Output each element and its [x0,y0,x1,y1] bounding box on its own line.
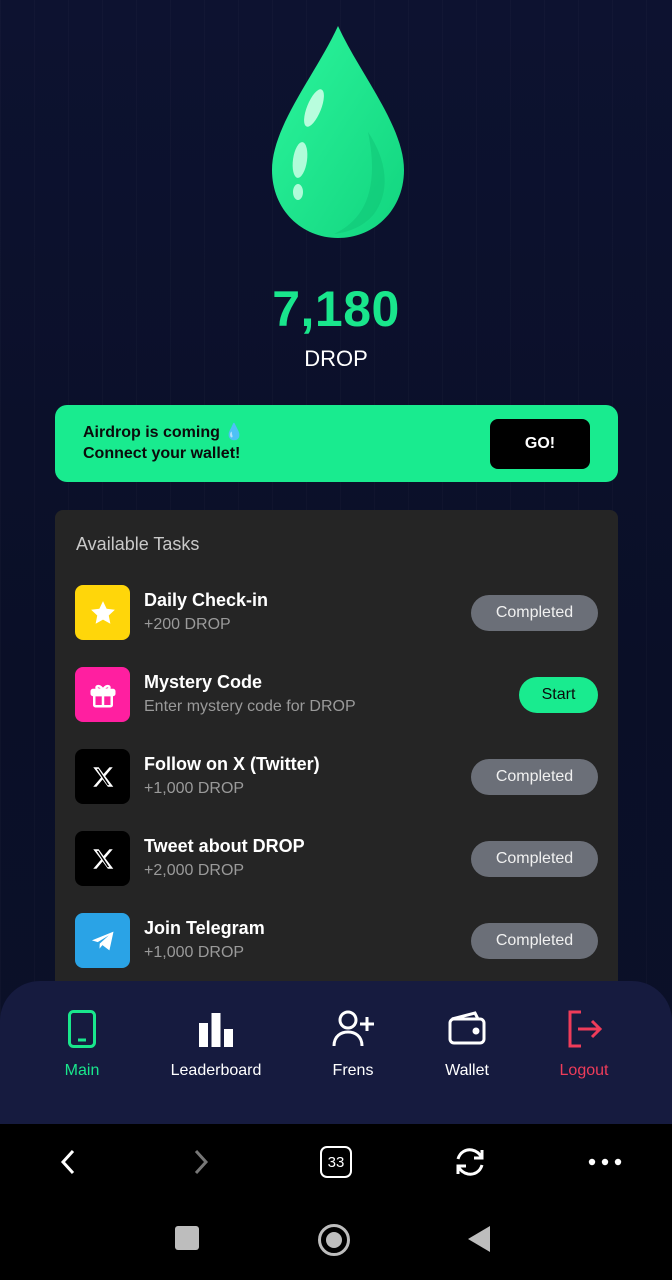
task-name: Mystery Code [144,672,263,692]
nav-item-logout[interactable]: Logout [524,981,644,1124]
star-icon [75,585,130,640]
task-name: Join Telegram [144,918,265,938]
nav-label: Main [64,1062,100,1079]
task-daily-check-in[interactable]: Daily Check-in +200 DROP Completed [75,585,598,641]
tabs-button[interactable]: 33 [320,1146,352,1178]
logout-icon [524,1009,644,1051]
browser-toolbar: 33 [0,1124,672,1280]
nav-label: Leaderboard [170,1062,262,1079]
app-screen: 7,180 DROP Airdrop is coming 💧 Connect y… [0,0,672,1124]
nav-item-main[interactable]: Main [22,981,142,1124]
refresh-icon[interactable] [450,1142,490,1182]
bottom-nav: Main Leaderboard Frens Wallet Logout [0,981,672,1124]
task-reward: +1,000 DROP [144,780,245,797]
task-tweet-about-drop[interactable]: Tweet about DROP +2,000 DROP Completed [75,831,598,887]
completed-button[interactable]: Completed [471,595,598,631]
nav-label: Wallet [445,1062,489,1079]
recent-apps-icon[interactable] [174,1225,200,1251]
wallet-icon [407,1009,527,1051]
start-button[interactable]: Start [519,677,598,713]
bar-chart-icon [156,1009,276,1051]
phone-icon [22,1009,142,1051]
task-name: Follow on X (Twitter) [144,754,320,774]
nav-item-wallet[interactable]: Wallet [407,981,527,1124]
tab-count: 33 [327,1153,345,1171]
nav-item-leaderboard[interactable]: Leaderboard [156,981,276,1124]
more-icon[interactable] [585,1142,625,1182]
task-reward: +1,000 DROP [144,944,245,961]
task-name: Tweet about DROP [144,836,305,856]
banner-subtitle: Connect your wallet! [83,445,241,462]
balance-amount: 7,180 [272,281,400,337]
completed-button[interactable]: Completed [471,759,598,795]
task-follow-x[interactable]: Follow on X (Twitter) +1,000 DROP Comple… [75,749,598,805]
task-reward: +200 DROP [144,616,231,633]
balance-unit: DROP [304,346,368,371]
tasks-title: Available Tasks [76,534,200,554]
task-description: Enter mystery code for DROP [144,698,356,715]
go-button[interactable]: GO! [490,419,590,469]
nav-item-frens[interactable]: Frens [293,981,413,1124]
x-logo-icon [75,749,130,804]
task-reward: +2,000 DROP [144,862,245,879]
add-user-icon [293,1009,413,1051]
back-icon[interactable] [48,1142,88,1182]
nav-label: Frens [332,1062,374,1079]
x-logo-icon [75,831,130,886]
airdrop-banner: Airdrop is coming 💧 Connect your wallet!… [55,405,618,482]
task-join-telegram[interactable]: Join Telegram +1,000 DROP Completed [75,913,598,969]
task-mystery-code[interactable]: Mystery Code Enter mystery code for DROP… [75,667,598,723]
system-back-icon[interactable] [464,1224,494,1254]
completed-button[interactable]: Completed [471,841,598,877]
task-name: Daily Check-in [144,590,269,610]
home-icon[interactable] [316,1222,352,1258]
telegram-icon [75,913,130,968]
forward-icon[interactable] [181,1142,221,1182]
banner-title: Airdrop is coming 💧 [83,424,245,441]
gift-icon [75,667,130,722]
drop-logo-icon [272,26,404,238]
nav-label: Logout [559,1062,609,1079]
completed-button[interactable]: Completed [471,923,598,959]
